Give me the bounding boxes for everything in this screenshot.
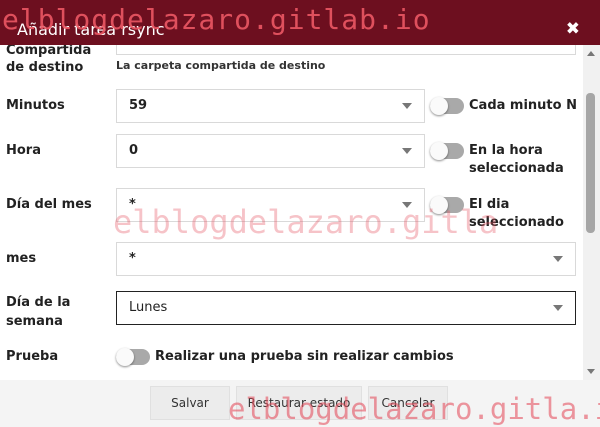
hour-toggle[interactable]: [430, 142, 464, 160]
chevron-down-icon: [553, 305, 563, 311]
minutes-value: 59: [129, 98, 148, 113]
dialog-body: Compartida de destino La carpeta compart…: [0, 45, 582, 380]
test-toggle[interactable]: [116, 348, 150, 366]
scroll-down-icon[interactable]: [587, 369, 595, 374]
hour-toggle-label-2: seleccionada: [469, 161, 564, 176]
scroll-up-icon[interactable]: [587, 51, 595, 56]
day-of-week-label-2: semana: [6, 314, 63, 329]
month-select[interactable]: *: [116, 242, 576, 276]
cancel-button[interactable]: Cancelar: [368, 386, 448, 420]
day-of-week-select[interactable]: Lunes: [116, 291, 576, 325]
chevron-down-icon: [402, 148, 412, 154]
day-of-month-label: Día del mes: [6, 197, 92, 212]
dialog-title: Añadir tarea rsync: [17, 20, 165, 39]
save-button[interactable]: Salvar: [150, 386, 230, 420]
minutes-toggle-label: Cada minuto N: [469, 98, 577, 113]
hour-select[interactable]: 0: [116, 134, 425, 168]
day-of-month-select[interactable]: *: [116, 188, 425, 222]
minutes-select[interactable]: 59: [116, 89, 425, 123]
close-icon[interactable]: ✖: [566, 19, 580, 39]
hour-toggle-label-1: En la hora: [469, 143, 543, 158]
dest-share-hint: La carpeta compartida de destino: [116, 59, 326, 72]
dialog-footer: Salvar Restaurar estado Cancelar: [0, 380, 600, 427]
reset-button[interactable]: Restaurar estado: [236, 386, 362, 420]
dialog-titlebar: Añadir tarea rsync ✖: [0, 0, 600, 45]
toggle-knob: [116, 348, 134, 366]
month-label: mes: [6, 251, 37, 266]
day-of-month-value: *: [129, 197, 136, 212]
test-toggle-label: Realizar una prueba sin realizar cambios: [155, 349, 454, 364]
hour-label: Hora: [6, 143, 41, 158]
minutes-toggle[interactable]: [430, 97, 464, 115]
dest-share-label-text: Compartida de destino: [6, 45, 92, 75]
chevron-down-icon: [553, 256, 563, 262]
test-label: Prueba: [6, 349, 59, 364]
toggle-knob: [430, 97, 448, 115]
day-of-week-value: Lunes: [129, 300, 168, 315]
toggle-knob: [430, 142, 448, 160]
chevron-down-icon: [402, 202, 412, 208]
dest-share-select[interactable]: [116, 45, 576, 55]
day-of-month-toggle-label-1: El dia: [469, 197, 510, 212]
day-of-month-toggle[interactable]: [430, 196, 464, 214]
toggle-knob: [430, 196, 448, 214]
day-of-month-toggle-label-2: seleccionado: [469, 215, 564, 230]
dest-share-label: Compartida de destino: [6, 45, 106, 81]
hour-value: 0: [129, 143, 139, 158]
chevron-down-icon: [402, 103, 412, 109]
day-of-week-label-1: Día de la: [6, 295, 71, 310]
scrollbar-thumb[interactable]: [586, 93, 595, 233]
minutes-label: Minutos: [6, 98, 65, 113]
month-value: *: [129, 251, 136, 266]
scrollbar[interactable]: [583, 45, 600, 380]
